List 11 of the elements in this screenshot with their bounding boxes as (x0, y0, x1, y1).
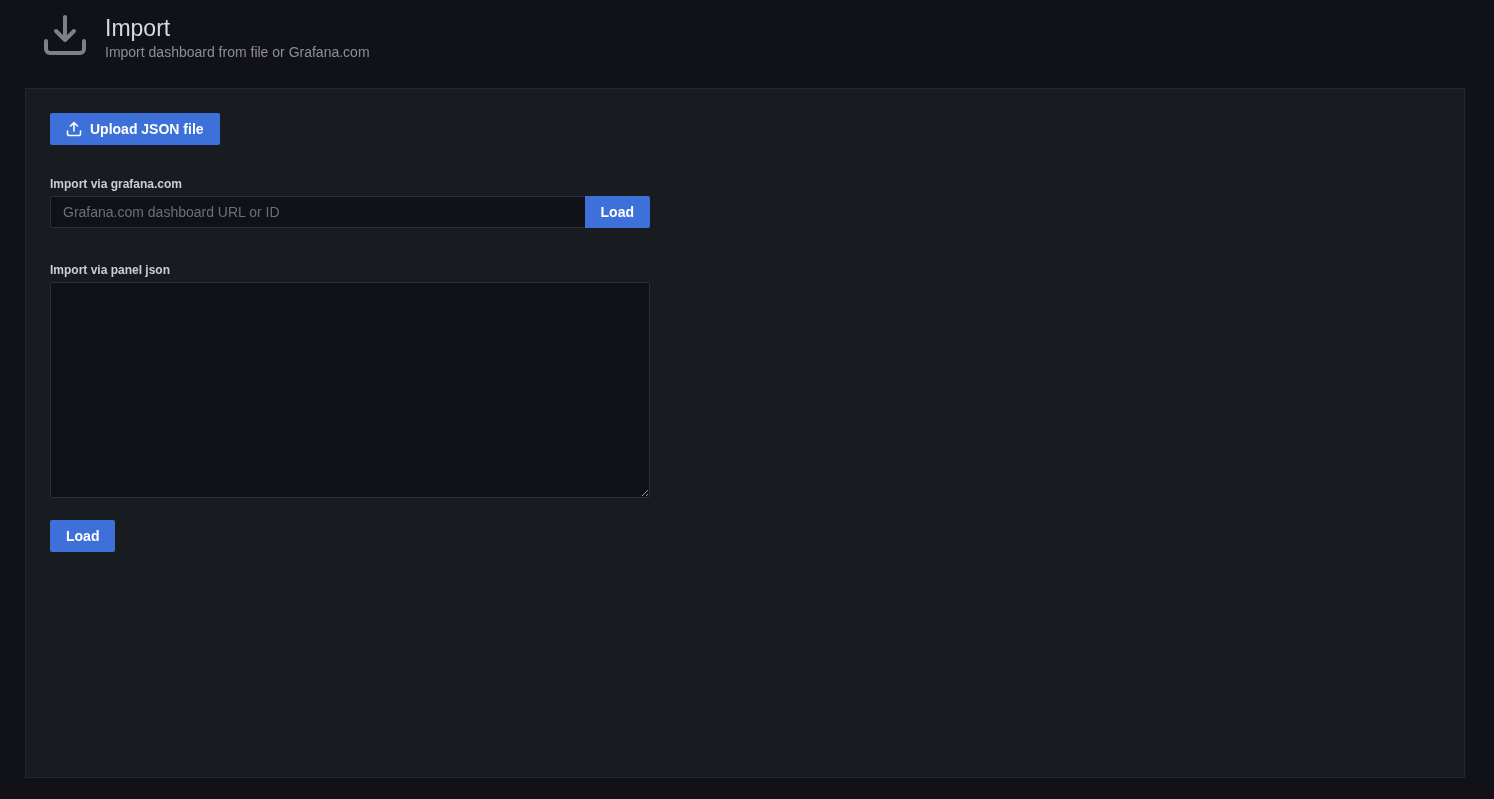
dashboard-url-input[interactable]: Grafana.com dashboard URL or ID (50, 196, 585, 228)
load-button[interactable]: Load (584, 196, 650, 228)
upload-json-button[interactable]: Upload JSON file (50, 113, 220, 145)
page-subtitle: Import dashboard from file or Grafana.com (105, 43, 370, 62)
download-icon (44, 15, 86, 57)
field-label: Import via panel json (50, 262, 171, 278)
page-title: Import (105, 14, 172, 42)
field-label: Import via grafana.com (50, 176, 183, 192)
upload-icon (66, 121, 82, 137)
load-button[interactable]: Load (50, 520, 116, 552)
panel-json-textarea[interactable] (50, 282, 650, 498)
